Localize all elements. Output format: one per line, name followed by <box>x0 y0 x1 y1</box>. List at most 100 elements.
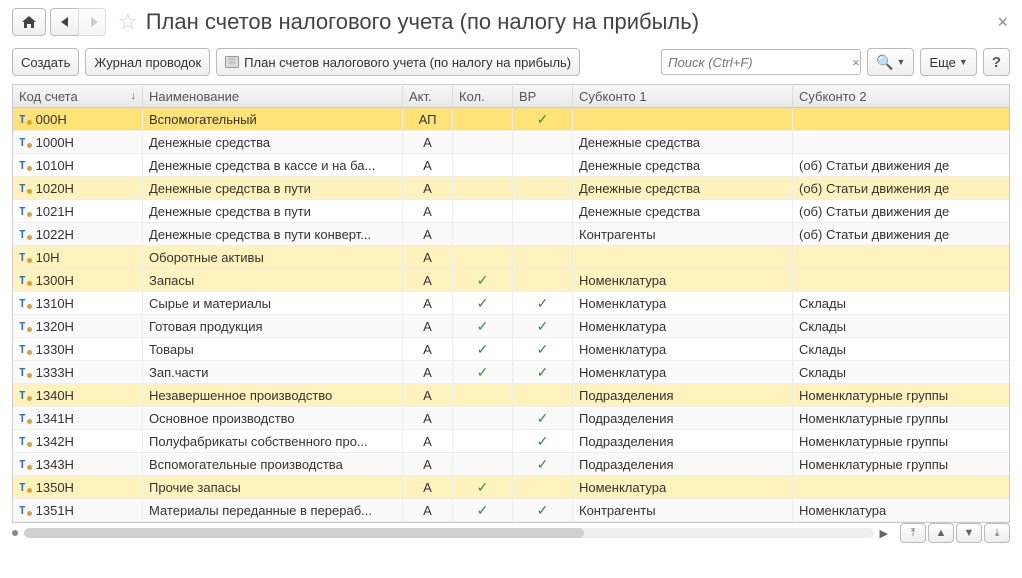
scroll-bottom-button[interactable]: ⤓ <box>984 523 1010 543</box>
table-row[interactable]: T1330НТоварыА✓✓НоменклатураСклады <box>13 338 1009 361</box>
table-row[interactable]: T1343НВспомогательные производстваА✓Подр… <box>13 453 1009 476</box>
account-icon: T <box>19 182 32 195</box>
table-row[interactable]: T1300НЗапасыА✓Номенклатура <box>13 269 1009 292</box>
table-row[interactable]: T1333НЗап.частиА✓✓НоменклатураСклады <box>13 361 1009 384</box>
scroll-track[interactable] <box>24 528 874 538</box>
cell-sub1: Подразделения <box>573 384 793 407</box>
cell-sub1: Номенклатура <box>573 292 793 315</box>
cell-akt: А <box>403 453 453 476</box>
cell-sub1: Подразделения <box>573 453 793 476</box>
cell-name: Денежные средства <box>143 131 403 154</box>
cell-code: T1320Н <box>13 315 143 338</box>
favorite-star-icon[interactable]: ☆ <box>118 9 138 35</box>
cell-sub2: Склады <box>793 315 1010 338</box>
col-sub1[interactable]: Субконто 1 <box>573 86 793 107</box>
cell-sub2: Склады <box>793 338 1010 361</box>
account-icon: T <box>19 412 32 425</box>
print-plan-button[interactable]: План счетов налогового учета (по налогу … <box>216 48 580 76</box>
cell-sub1: Номенклатура <box>573 361 793 384</box>
search-input[interactable] <box>666 54 848 71</box>
clear-search-button[interactable]: × <box>848 55 864 70</box>
table-row[interactable]: T1351НМатериалы переданные в перераб...А… <box>13 499 1009 522</box>
table-row[interactable]: T1000НДенежные средстваАДенежные средств… <box>13 131 1009 154</box>
back-button[interactable] <box>50 8 78 36</box>
table-row[interactable]: T1340ННезавершенное производствоАПодразд… <box>13 384 1009 407</box>
table-row[interactable]: T000НВспомогательныйАП✓ <box>13 108 1009 131</box>
cell-code: T1333Н <box>13 361 143 384</box>
cell-akt: А <box>403 269 453 292</box>
table-row[interactable]: T1350НПрочие запасыА✓Номенклатура <box>13 476 1009 499</box>
cell-code: T1021Н <box>13 200 143 223</box>
horizontal-scrollbar[interactable]: ▶ ⤒ ▲ ▼ ⤓ <box>12 523 1010 543</box>
table-row[interactable]: T1310НСырье и материалыА✓✓НоменклатураСк… <box>13 292 1009 315</box>
check-icon: ✓ <box>477 479 489 496</box>
col-akt[interactable]: Акт. <box>403 86 453 107</box>
table-row[interactable]: T1320НГотовая продукцияА✓✓НоменклатураСк… <box>13 315 1009 338</box>
table-row[interactable]: T1021НДенежные средства в путиАДенежные … <box>13 200 1009 223</box>
cell-sub2 <box>793 131 1010 154</box>
cell-sub2: (об) Статьи движения де <box>793 177 1010 200</box>
check-icon: ✓ <box>537 111 549 128</box>
check-icon: ✓ <box>477 272 489 289</box>
cell-sub1: Номенклатура <box>573 315 793 338</box>
cell-sub1: Денежные средства <box>573 154 793 177</box>
help-button[interactable]: ? <box>983 48 1010 76</box>
cell-kol <box>453 108 513 131</box>
journal-button[interactable]: Журнал проводок <box>85 48 210 76</box>
cell-bp <box>513 269 573 292</box>
table-row[interactable]: T1342НПолуфабрикаты собственного про...А… <box>13 430 1009 453</box>
col-bp[interactable]: ВР <box>513 86 573 107</box>
scroll-thumb[interactable] <box>24 528 584 538</box>
cell-name: Основное производство <box>143 407 403 430</box>
cell-sub1: Номенклатура <box>573 269 793 292</box>
scroll-down-button[interactable]: ▼ <box>956 523 982 543</box>
cell-kol <box>453 407 513 430</box>
chevron-down-icon: ▼ <box>897 57 906 67</box>
cell-akt: А <box>403 154 453 177</box>
scroll-up-button[interactable]: ▲ <box>928 523 954 543</box>
search-field[interactable]: × <box>661 49 861 75</box>
cell-kol: ✓ <box>453 361 513 384</box>
table-row[interactable]: T10НОборотные активыА <box>13 246 1009 269</box>
check-icon: ✓ <box>477 318 489 335</box>
cell-sub1: Контрагенты <box>573 223 793 246</box>
print-plan-label: План счетов налогового учета (по налогу … <box>244 55 571 70</box>
cell-akt: А <box>403 200 453 223</box>
help-label: ? <box>992 54 1001 71</box>
check-icon: ✓ <box>477 364 489 381</box>
home-button[interactable] <box>12 8 46 36</box>
page-title: План счетов налогового учета (по налогу … <box>146 9 699 35</box>
col-sub2[interactable]: Субконто 2 <box>793 86 1010 107</box>
cell-bp: ✓ <box>513 292 573 315</box>
cell-akt: А <box>403 430 453 453</box>
cell-akt: А <box>403 315 453 338</box>
create-button[interactable]: Создать <box>12 48 79 76</box>
col-kol[interactable]: Кол. <box>453 86 513 107</box>
account-icon: T <box>19 136 32 149</box>
scroll-top-button[interactable]: ⤒ <box>900 523 926 543</box>
table-row[interactable]: T1010НДенежные средства в кассе и на ба.… <box>13 154 1009 177</box>
check-icon: ✓ <box>477 502 489 519</box>
cell-akt: АП <box>403 108 453 131</box>
cell-name: Прочие запасы <box>143 476 403 499</box>
search-button[interactable]: 🔍▼ <box>867 48 914 76</box>
sort-asc-icon: ↓ <box>131 90 137 102</box>
cell-kol <box>453 200 513 223</box>
cell-sub1 <box>573 246 793 269</box>
cell-name: Полуфабрикаты собственного про... <box>143 430 403 453</box>
cell-kol: ✓ <box>453 476 513 499</box>
cell-bp: ✓ <box>513 499 573 522</box>
more-label: Еще <box>929 55 955 70</box>
table-row[interactable]: T1022НДенежные средства в пути конверт..… <box>13 223 1009 246</box>
col-code[interactable]: Код счета↓ <box>13 86 143 107</box>
forward-button[interactable] <box>78 8 106 36</box>
cell-kol <box>453 154 513 177</box>
col-name[interactable]: Наименование <box>143 86 403 107</box>
table-row[interactable]: T1341НОсновное производствоА✓Подразделен… <box>13 407 1009 430</box>
close-button[interactable]: × <box>997 12 1008 33</box>
table-row[interactable]: T1020НДенежные средства в путиАДенежные … <box>13 177 1009 200</box>
more-button[interactable]: Еще▼ <box>920 48 976 76</box>
cell-name: Зап.части <box>143 361 403 384</box>
scroll-right-icon[interactable]: ▶ <box>880 527 888 540</box>
cell-bp: ✓ <box>513 338 573 361</box>
